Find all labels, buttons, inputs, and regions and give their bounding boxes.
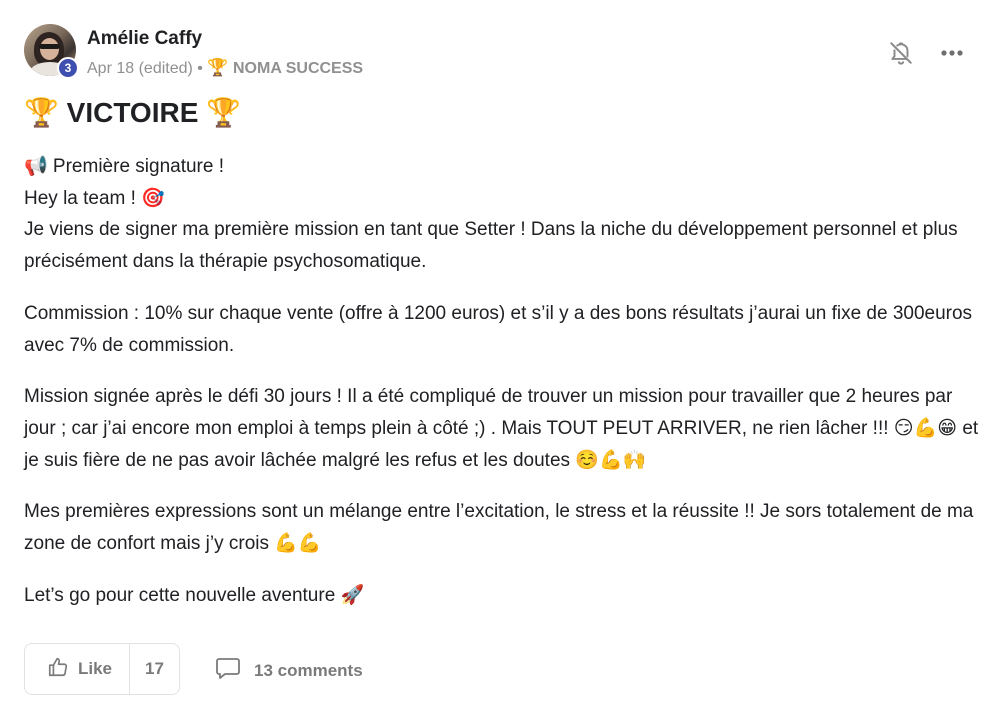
paragraph-4: Mes premières expressions sont un mélang…: [24, 501, 974, 555]
body-line: Je viens de signer ma première mission e…: [24, 219, 958, 273]
post-meta: Apr 18 (edited) • 🏆 NOMA SUCCESS: [87, 58, 363, 78]
paragraph-2: Commission : 10% sur chaque vente (offre…: [24, 302, 973, 356]
comments-button[interactable]: 13 comments: [215, 656, 363, 685]
post-card: 3 Amélie Caffy Apr 18 (edited) • 🏆 NOMA …: [0, 0, 1000, 718]
paragraph-3: Mission signée après le défi 30 jours ! …: [24, 386, 979, 471]
post-date: Apr 18 (edited): [87, 60, 193, 77]
comments-label: 13 comments: [254, 660, 363, 680]
like-button[interactable]: Like: [25, 644, 130, 694]
post-body: 📢 Première signature ! Hey la team ! 🎯 J…: [24, 151, 984, 611]
like-count[interactable]: 17: [130, 644, 179, 694]
meta-separator: •: [197, 60, 203, 77]
like-label: Like: [78, 659, 113, 678]
author-avatar[interactable]: 3: [24, 24, 79, 79]
comment-bubble-icon: [215, 656, 241, 685]
category-trophy-icon: 🏆: [207, 58, 229, 78]
author-name[interactable]: Amélie Caffy: [87, 28, 202, 50]
body-line: 📢 Première signature !: [24, 156, 225, 177]
level-badge: 3: [57, 57, 79, 79]
bell-off-icon[interactable]: [888, 40, 914, 66]
more-horizontal-icon[interactable]: [938, 40, 966, 66]
post-title: 🏆 VICTOIRE 🏆: [24, 97, 242, 128]
thumbs-up-icon: [47, 656, 69, 683]
post-category[interactable]: NOMA SUCCESS: [233, 60, 363, 77]
like-control: Like 17: [24, 643, 180, 695]
paragraph-5: Let’s go pour cette nouvelle aventure 🚀: [24, 584, 365, 606]
body-line: Hey la team ! 🎯: [24, 187, 165, 209]
paragraph-1: 📢 Première signature ! Hey la team ! 🎯 J…: [24, 151, 984, 278]
